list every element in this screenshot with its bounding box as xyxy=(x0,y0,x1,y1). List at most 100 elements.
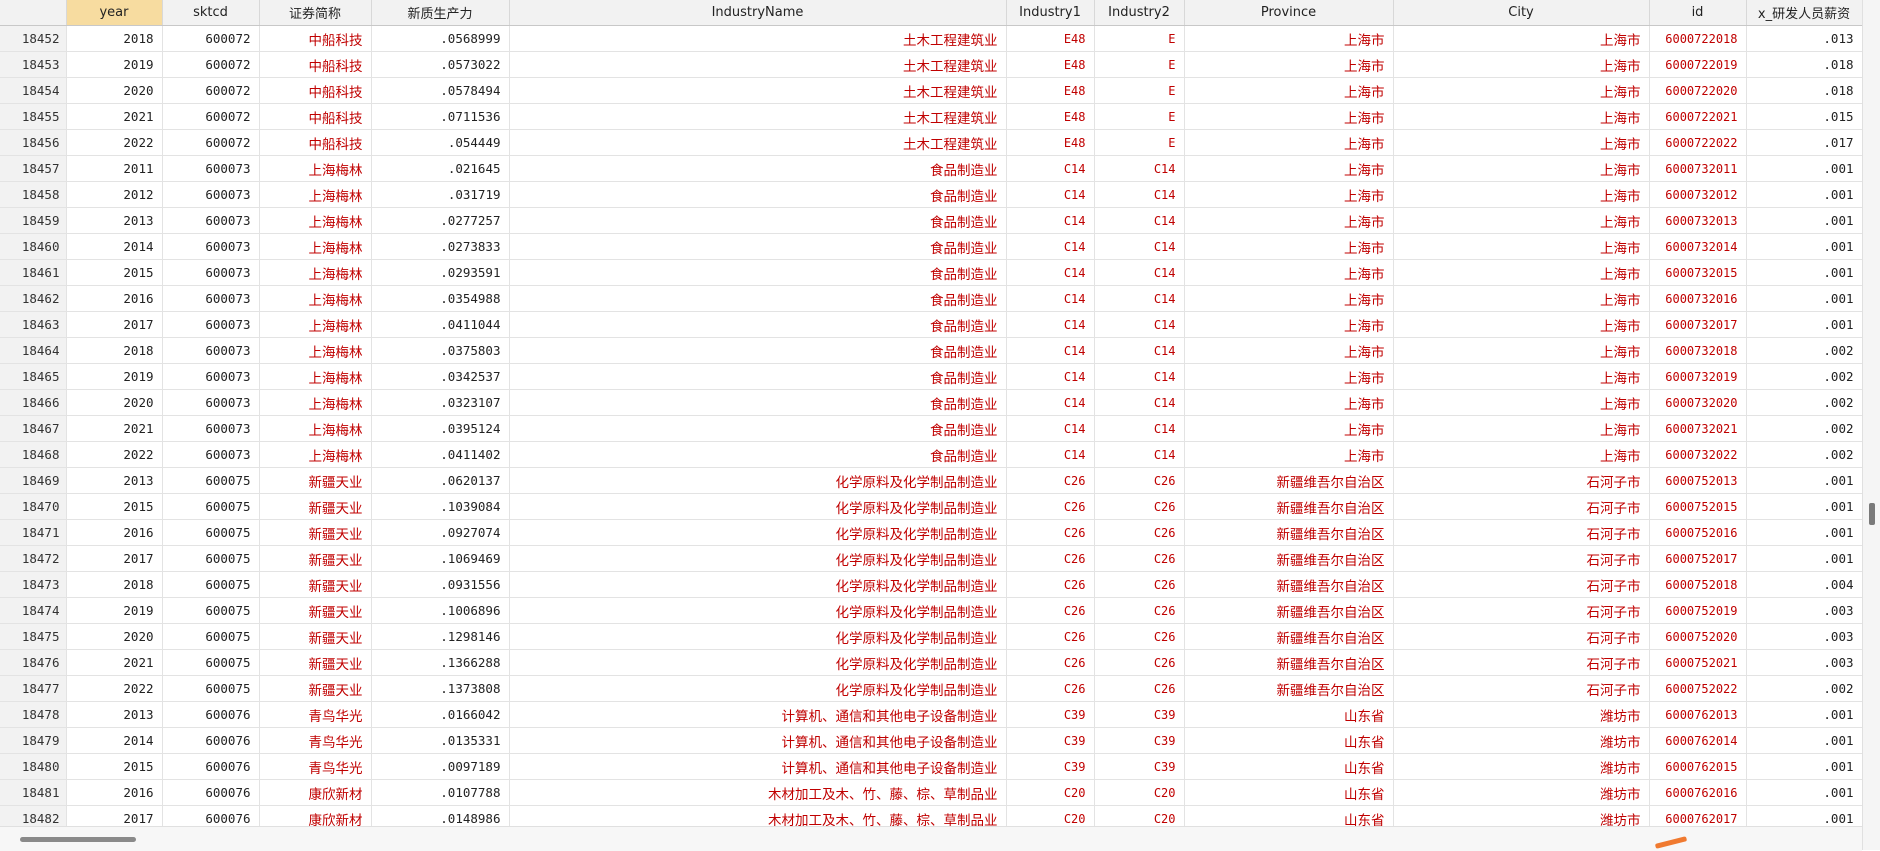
table-cell[interactable]: C14 xyxy=(1006,337,1095,364)
table-cell[interactable]: .001 xyxy=(1746,493,1862,520)
table-cell[interactable]: 新疆维吾尔自治区 xyxy=(1184,519,1394,546)
table-cell[interactable]: 新疆维吾尔自治区 xyxy=(1184,597,1394,624)
row-number[interactable]: 18479 xyxy=(0,727,67,754)
row-number[interactable]: 18467 xyxy=(0,415,67,442)
table-cell[interactable]: C14 xyxy=(1006,389,1095,416)
table-row[interactable]: 18478 2013 600076 青鸟华光 .0166042 计算机、通信和其他电子设备… xyxy=(0,701,1862,728)
horizontal-scrollbar[interactable] xyxy=(0,826,1862,851)
table-cell[interactable]: 石河子市 xyxy=(1393,623,1650,650)
table-cell[interactable]: .004 xyxy=(1746,571,1862,598)
table-cell[interactable]: 上海市 xyxy=(1184,25,1394,52)
table-cell[interactable]: 2022 xyxy=(66,129,163,156)
column-header[interactable]: City xyxy=(1393,0,1650,26)
table-cell[interactable]: 新疆天业 xyxy=(259,493,372,520)
table-cell[interactable]: 上海市 xyxy=(1184,415,1394,442)
row-number[interactable]: 18470 xyxy=(0,493,67,520)
table-row[interactable]: 18458 2012 600073 上海梅林 .031719 食品制造业 C14 C14 上海市… xyxy=(0,181,1862,208)
table-cell[interactable]: 600073 xyxy=(162,233,260,260)
table-row[interactable]: 18455 2021 600072 中船科技 .0711536 土木工程建筑业 E48 E 上海… xyxy=(0,103,1862,130)
table-cell[interactable]: 上海市 xyxy=(1393,207,1650,234)
table-cell[interactable]: 上海梅林 xyxy=(259,285,372,312)
table-cell[interactable]: 新疆维吾尔自治区 xyxy=(1184,675,1394,702)
table-cell[interactable]: .1006896 xyxy=(371,597,510,624)
table-cell[interactable]: .054449 xyxy=(371,129,510,156)
table-cell[interactable]: 山东省 xyxy=(1184,701,1394,728)
column-header[interactable]: sktcd xyxy=(162,0,260,26)
table-cell[interactable]: 6000762013 xyxy=(1649,701,1747,728)
table-cell[interactable]: 上海市 xyxy=(1393,51,1650,78)
table-cell[interactable]: 上海市 xyxy=(1393,337,1650,364)
table-cell[interactable]: 600073 xyxy=(162,259,260,286)
column-header[interactable]: Province xyxy=(1184,0,1394,26)
row-number[interactable]: 18464 xyxy=(0,337,67,364)
table-cell[interactable]: .001 xyxy=(1746,701,1862,728)
table-cell[interactable]: 上海梅林 xyxy=(259,155,372,182)
table-cell[interactable]: 上海市 xyxy=(1393,389,1650,416)
table-cell[interactable]: 600072 xyxy=(162,51,260,78)
table-cell[interactable]: .001 xyxy=(1746,467,1862,494)
table-cell[interactable]: 600072 xyxy=(162,103,260,130)
table-cell[interactable]: 600073 xyxy=(162,207,260,234)
table-cell[interactable]: .0166042 xyxy=(371,701,510,728)
table-cell[interactable]: 上海梅林 xyxy=(259,415,372,442)
table-cell[interactable]: C26 xyxy=(1006,519,1095,546)
table-cell[interactable]: 6000752021 xyxy=(1649,649,1747,676)
table-cell[interactable]: 新疆天业 xyxy=(259,623,372,650)
table-cell[interactable]: 上海市 xyxy=(1393,103,1650,130)
table-row[interactable]: 18476 2021 600075 新疆天业 .1366288 化学原料及化学制品制造业 C… xyxy=(0,649,1862,676)
table-cell[interactable]: 食品制造业 xyxy=(509,259,1007,286)
table-cell[interactable]: 2014 xyxy=(66,727,163,754)
table-cell[interactable]: 上海市 xyxy=(1184,129,1394,156)
table-cell[interactable]: 木材加工及木、竹、藤、棕、草制品业 xyxy=(509,779,1007,806)
table-cell[interactable]: .001 xyxy=(1746,233,1862,260)
horizontal-scroll-thumb[interactable] xyxy=(20,837,136,842)
table-cell[interactable]: 600072 xyxy=(162,129,260,156)
table-row[interactable]: 18457 2011 600073 上海梅林 .021645 食品制造业 C14 C14 上海市… xyxy=(0,155,1862,182)
table-cell[interactable]: C14 xyxy=(1094,155,1185,182)
table-row[interactable]: 18474 2019 600075 新疆天业 .1006896 化学原料及化学制品制造业 C… xyxy=(0,597,1862,624)
table-cell[interactable]: 600075 xyxy=(162,571,260,598)
table-cell[interactable]: .0097189 xyxy=(371,753,510,780)
table-row[interactable]: 18473 2018 600075 新疆天业 .0931556 化学原料及化学制品制造业 C… xyxy=(0,571,1862,598)
table-cell[interactable]: 600073 xyxy=(162,441,260,468)
table-cell[interactable]: C20 xyxy=(1006,805,1095,826)
table-row[interactable]: 18471 2016 600075 新疆天业 .0927074 化学原料及化学制品制造业 C… xyxy=(0,519,1862,546)
table-cell[interactable]: 上海市 xyxy=(1393,155,1650,182)
column-header[interactable]: 新质生产力 xyxy=(371,0,510,26)
row-number[interactable]: 18456 xyxy=(0,129,67,156)
table-cell[interactable]: 600075 xyxy=(162,623,260,650)
table-cell[interactable]: 600075 xyxy=(162,545,260,572)
table-cell[interactable]: 6000752013 xyxy=(1649,467,1747,494)
table-cell[interactable]: 山东省 xyxy=(1184,779,1394,806)
table-cell[interactable]: 青鸟华光 xyxy=(259,727,372,754)
table-cell[interactable]: C14 xyxy=(1094,337,1185,364)
table-cell[interactable]: .001 xyxy=(1746,181,1862,208)
table-cell[interactable]: 2015 xyxy=(66,753,163,780)
table-cell[interactable]: 计算机、通信和其他电子设备制造业 xyxy=(509,727,1007,754)
table-cell[interactable]: 6000732013 xyxy=(1649,207,1747,234)
table-cell[interactable]: 新疆天业 xyxy=(259,467,372,494)
row-number[interactable]: 18454 xyxy=(0,77,67,104)
table-cell[interactable]: .0395124 xyxy=(371,415,510,442)
table-cell[interactable]: .001 xyxy=(1746,259,1862,286)
table-cell[interactable]: 上海市 xyxy=(1184,363,1394,390)
table-cell[interactable]: 2011 xyxy=(66,155,163,182)
table-cell[interactable]: C14 xyxy=(1006,155,1095,182)
table-cell[interactable]: 上海市 xyxy=(1393,311,1650,338)
table-cell[interactable]: 上海市 xyxy=(1393,181,1650,208)
table-cell[interactable]: E48 xyxy=(1006,129,1095,156)
table-cell[interactable]: 6000732011 xyxy=(1649,155,1747,182)
table-cell[interactable]: C39 xyxy=(1006,727,1095,754)
table-row[interactable]: 18477 2022 600075 新疆天业 .1373808 化学原料及化学制品制造业 C… xyxy=(0,675,1862,702)
table-cell[interactable]: .002 xyxy=(1746,675,1862,702)
table-cell[interactable]: 6000722019 xyxy=(1649,51,1747,78)
table-cell[interactable]: 上海梅林 xyxy=(259,233,372,260)
table-cell[interactable]: C26 xyxy=(1006,623,1095,650)
table-cell[interactable]: 2018 xyxy=(66,25,163,52)
table-cell[interactable]: 上海梅林 xyxy=(259,311,372,338)
table-cell[interactable]: 6000722020 xyxy=(1649,77,1747,104)
table-row[interactable]: 18468 2022 600073 上海梅林 .0411402 食品制造业 C14 C14 上海… xyxy=(0,441,1862,468)
table-cell[interactable]: .001 xyxy=(1746,727,1862,754)
table-cell[interactable]: 土木工程建筑业 xyxy=(509,129,1007,156)
table-cell[interactable]: 600075 xyxy=(162,597,260,624)
